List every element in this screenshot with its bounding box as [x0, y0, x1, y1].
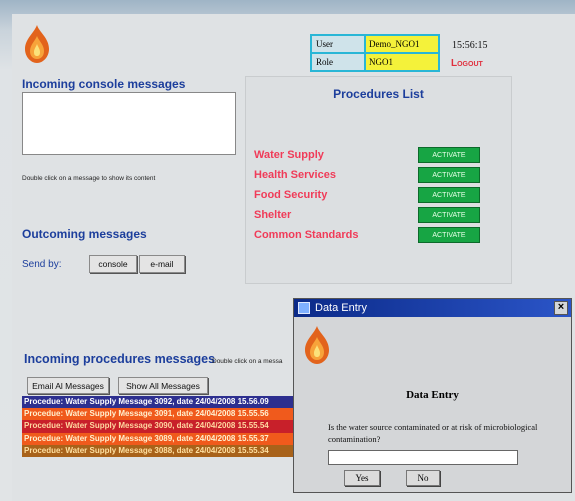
dialog-question: Is the water source contaminated or at r…	[328, 422, 538, 444]
outgoing-title: Outcoming messages	[22, 227, 147, 241]
show-all-messages-button[interactable]: Show All Messages	[118, 377, 208, 394]
close-icon[interactable]: ×	[554, 301, 568, 315]
dialog-titlebar[interactable]: Data Entry ×	[294, 299, 571, 317]
activate-health-services-button[interactable]: ACTIVATE	[418, 167, 480, 183]
no-button[interactable]: No	[406, 470, 440, 486]
procedures-title: Procedures List	[333, 87, 424, 101]
flame-logo-icon	[25, 25, 49, 63]
send-email-button[interactable]: e-mail	[139, 255, 185, 273]
data-entry-dialog: Data Entry × Data Entry Is the water sou…	[293, 298, 572, 493]
role-label: Role	[312, 54, 366, 70]
activate-water-supply-button[interactable]: ACTIVATE	[418, 147, 480, 163]
dialog-heading: Data Entry	[406, 389, 459, 401]
email-all-messages-button[interactable]: Email Al Messages	[27, 377, 109, 394]
procedure-label-common-standards: Common Standards	[254, 229, 359, 241]
role-value: NGO1	[366, 54, 438, 70]
procedure-label-water-supply: Water Supply	[254, 149, 324, 161]
procedure-message-row[interactable]: Procedue: Water Supply Message 3092, dat…	[22, 396, 294, 409]
incoming-procedures-title: Incoming procedures messages	[24, 352, 216, 366]
procedure-label-health-services: Health Services	[254, 169, 336, 181]
incoming-procedures-hint: Double click on a messa	[212, 358, 283, 365]
procedure-message-row[interactable]: Procedue: Water Supply Message 3091, dat…	[22, 408, 294, 421]
window-app-icon	[298, 302, 310, 314]
procedures-panel: Procedures List Water Supply ACTIVATE He…	[245, 76, 512, 284]
flame-logo-icon	[305, 326, 329, 364]
incoming-console-hint: Double click on a message to show its co…	[22, 175, 156, 182]
user-value: Demo_NGO1	[366, 36, 438, 52]
activate-food-security-button[interactable]: ACTIVATE	[418, 187, 480, 203]
yes-button[interactable]: Yes	[344, 470, 380, 486]
incoming-console-list[interactable]	[22, 92, 236, 155]
send-by-label: Send by:	[22, 259, 62, 270]
user-label: User	[312, 36, 366, 52]
dialog-title: Data Entry	[315, 302, 367, 314]
procedure-label-shelter: Shelter	[254, 209, 292, 221]
procedure-message-row[interactable]: Procedue: Water Supply Message 3088, dat…	[22, 444, 294, 457]
answer-input[interactable]	[328, 450, 518, 465]
send-console-button[interactable]: console	[89, 255, 137, 273]
incoming-console-title: Incoming console messages	[22, 77, 186, 91]
clock-time: 15:56:15	[452, 40, 488, 51]
activate-shelter-button[interactable]: ACTIVATE	[418, 207, 480, 223]
logout-link[interactable]: Logout	[451, 58, 483, 69]
user-info-box: User Demo_NGO1 Role NGO1	[310, 34, 440, 72]
incoming-procedures-list: Procedue: Water Supply Message 3092, dat…	[22, 396, 294, 458]
procedure-message-row[interactable]: Procedue: Water Supply Message 3089, dat…	[22, 432, 294, 445]
activate-common-standards-button[interactable]: ACTIVATE	[418, 227, 480, 243]
procedure-message-row[interactable]: Procedue: Water Supply Message 3090, dat…	[22, 420, 294, 433]
procedure-label-food-security: Food Security	[254, 189, 328, 201]
